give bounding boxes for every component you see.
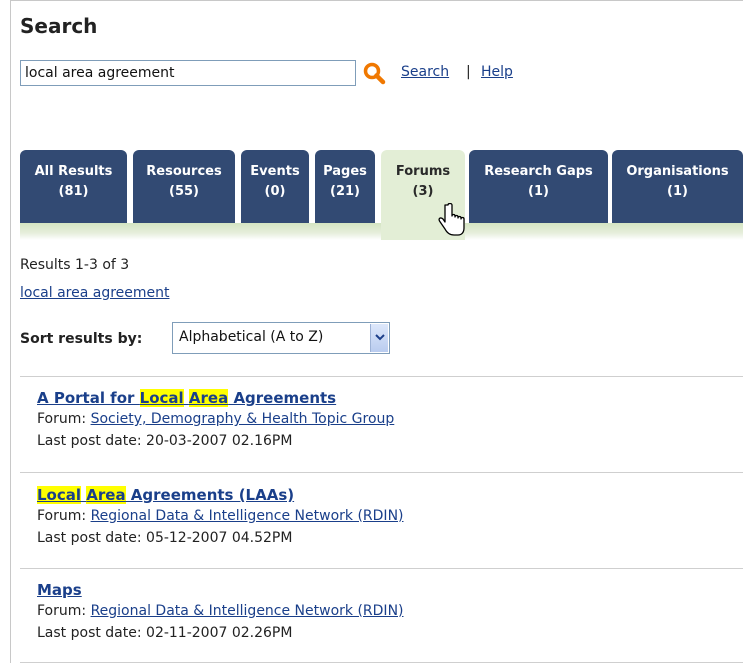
sort-dropdown-button[interactable] [370, 324, 388, 352]
tab-research-gaps[interactable]: Research Gaps (1) [469, 150, 608, 223]
tab-pages[interactable]: Pages (21) [315, 150, 375, 223]
title-text: A Portal for [37, 389, 140, 407]
forum-line: Forum: Regional Data & Intelligence Netw… [37, 600, 737, 622]
divider [20, 376, 743, 377]
title-text: Maps [37, 581, 82, 599]
forum-label: Forum: [37, 411, 87, 427]
tab-resources[interactable]: Resources (55) [133, 150, 235, 223]
list-item: Local Area Agreements (LAAs) Forum: Regi… [37, 485, 737, 549]
list-item: Maps Forum: Regional Data & Intelligence… [37, 580, 737, 644]
tab-events[interactable]: Events (0) [241, 150, 309, 223]
query-link[interactable]: local area agreement [20, 285, 170, 301]
sort-selected-value: Alphabetical (A to Z) [179, 329, 324, 345]
title-text: Agreements (LAAs) [125, 486, 295, 504]
forum-link[interactable]: Society, Demography & Health Topic Group [91, 411, 395, 427]
title-highlight: Area [188, 389, 229, 407]
title-text: Agreements [228, 389, 337, 407]
forum-line: Forum: Regional Data & Intelligence Netw… [37, 505, 737, 527]
result-title-link[interactable]: A Portal for Local Area Agreements [37, 388, 737, 408]
divider [20, 568, 743, 569]
help-link[interactable]: Help [481, 64, 513, 80]
tab-count: (3) [412, 184, 434, 199]
tab-organisations[interactable]: Organisations (1) [612, 150, 743, 223]
tab-count: (1) [528, 184, 549, 199]
tab-label: Resources [146, 164, 222, 179]
tab-count: (21) [330, 184, 360, 199]
forum-line: Forum: Society, Demography & Health Topi… [37, 408, 737, 430]
page-title: Search [20, 14, 98, 38]
chevron-down-icon [375, 334, 385, 341]
forum-link[interactable]: Regional Data & Intelligence Network (RD… [91, 603, 404, 619]
result-title-link[interactable]: Local Area Agreements (LAAs) [37, 485, 737, 505]
search-input[interactable] [20, 60, 356, 86]
results-tab-strip: All Results (81) Resources (55) Events (… [20, 150, 743, 240]
search-button[interactable]: Search [401, 64, 449, 80]
tab-label: Organisations [626, 164, 729, 179]
list-item: A Portal for Local Area Agreements Forum… [37, 388, 737, 452]
result-title-link[interactable]: Maps [37, 580, 737, 600]
tab-count: (0) [264, 184, 286, 199]
forum-label: Forum: [37, 603, 87, 619]
sort-label: Sort results by: [20, 331, 143, 347]
search-icon[interactable] [362, 61, 386, 85]
tab-label: All Results [34, 164, 113, 179]
title-highlight: Local [139, 389, 184, 407]
last-post-date: Last post date: 05-12-2007 04.52PM [37, 530, 293, 546]
sort-select[interactable]: Alphabetical (A to Z) [172, 322, 390, 354]
forum-label: Forum: [37, 508, 87, 524]
tab-all-results[interactable]: All Results (81) [20, 150, 127, 223]
tab-label: Research Gaps [484, 164, 593, 179]
results-summary: Results 1-3 of 3 [20, 257, 130, 273]
tab-label: Pages [323, 164, 367, 179]
title-highlight: Area [86, 486, 126, 504]
tab-count: (1) [667, 184, 688, 199]
link-separator: | [466, 64, 471, 80]
tab-count: (55) [169, 184, 199, 199]
tab-label: Forums [395, 164, 451, 179]
hand-pointer-icon [438, 203, 465, 236]
tab-label: Events [250, 164, 300, 179]
forum-link[interactable]: Regional Data & Intelligence Network (RD… [91, 508, 404, 524]
last-post-date: Last post date: 20-03-2007 02.16PM [37, 433, 293, 449]
last-post-date: Last post date: 02-11-2007 02.26PM [37, 625, 293, 641]
divider [20, 472, 743, 473]
tab-count: (81) [58, 184, 89, 199]
title-highlight: Local [37, 486, 82, 504]
